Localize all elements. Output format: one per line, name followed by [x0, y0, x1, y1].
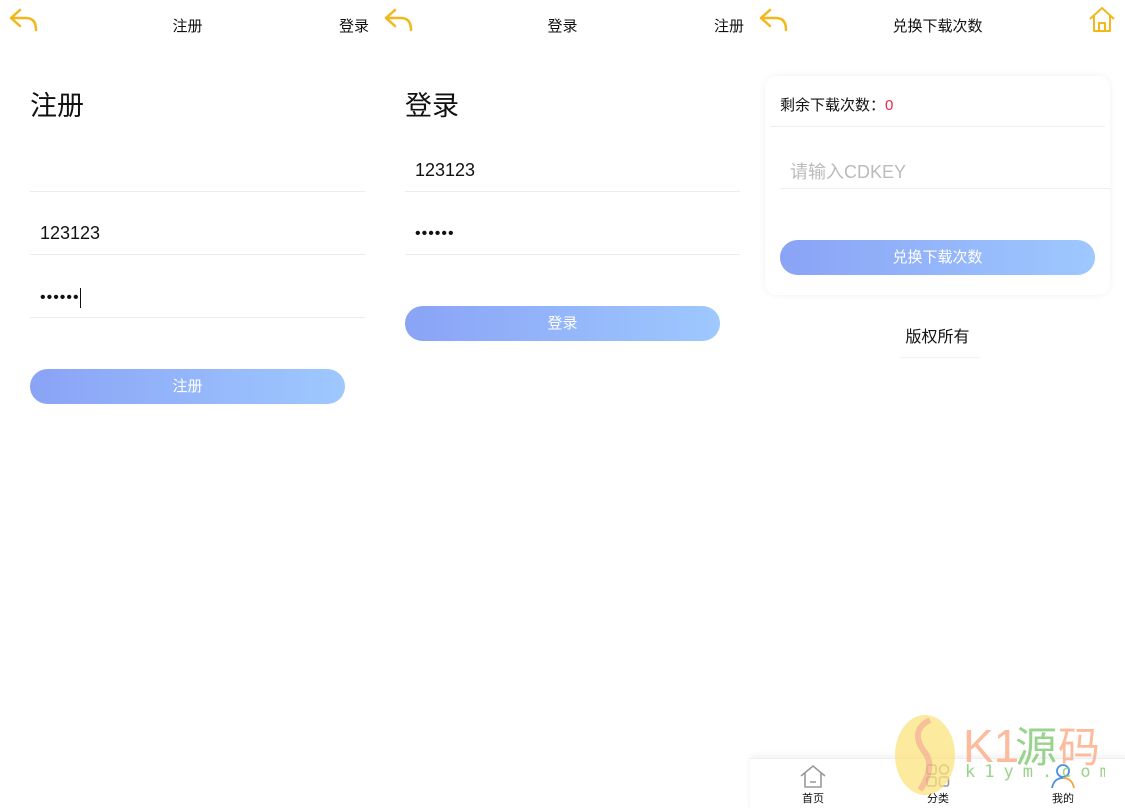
redeem-screen: 兑换下载次数 剩余下载次数：0 请输入CDKEY 兑换下载次数 版权所有 首页 … [750, 0, 1125, 812]
header-title: 兑换下载次数 [892, 18, 983, 35]
remaining-count: 剩余下载次数：0 [780, 94, 893, 115]
login-screen: 登录 注册 登录 123123 •••••• 登录 [375, 0, 750, 812]
nav-home[interactable]: 首页 [783, 763, 843, 806]
remaining-value: 0 [885, 97, 894, 114]
cdkey-input[interactable]: 请输入CDKEY [780, 158, 1110, 189]
first-input[interactable] [30, 152, 365, 192]
username-input[interactable]: 123123 [30, 215, 365, 255]
divider [900, 357, 980, 358]
header-title: 登录 [547, 18, 578, 35]
header: 登录 注册 [375, 0, 750, 48]
user-icon [1051, 764, 1075, 789]
page-title: 注册 [30, 91, 84, 121]
home-icon[interactable] [1087, 4, 1117, 34]
text-caret [79, 288, 81, 308]
header: 注册 登录 [0, 0, 375, 48]
login-link[interactable]: 登录 [339, 15, 369, 36]
nav-label: 我的 [1052, 793, 1074, 805]
bottom-nav: 首页 分类 我的 [750, 758, 1125, 812]
header-title: 注册 [172, 18, 203, 35]
password-input[interactable]: •••••• [405, 215, 740, 255]
register-link[interactable]: 注册 [714, 15, 744, 36]
register-screen: 注册 登录 注册 123123 •••••• 注册 [0, 0, 375, 812]
copyright: 版权所有 [905, 329, 970, 346]
nav-label: 首页 [802, 793, 824, 805]
nav-label: 分类 [927, 793, 949, 805]
login-button[interactable]: 登录 [405, 306, 720, 341]
redeem-card: 剩余下载次数：0 请输入CDKEY 兑换下载次数 [765, 76, 1110, 295]
grid-icon [926, 764, 950, 787]
header: 兑换下载次数 [750, 0, 1125, 48]
remaining-label: 剩余下载次数： [780, 97, 886, 114]
username-input[interactable]: 123123 [405, 152, 740, 192]
nav-category[interactable]: 分类 [908, 763, 968, 806]
nav-mine[interactable]: 我的 [1033, 763, 1093, 806]
home-icon [800, 764, 826, 788]
divider [770, 126, 1105, 127]
redeem-button[interactable]: 兑换下载次数 [780, 240, 1095, 275]
password-value: •••••• [40, 289, 80, 307]
register-button[interactable]: 注册 [30, 369, 345, 404]
password-input[interactable]: •••••• [30, 278, 365, 318]
page-title: 登录 [405, 91, 459, 121]
